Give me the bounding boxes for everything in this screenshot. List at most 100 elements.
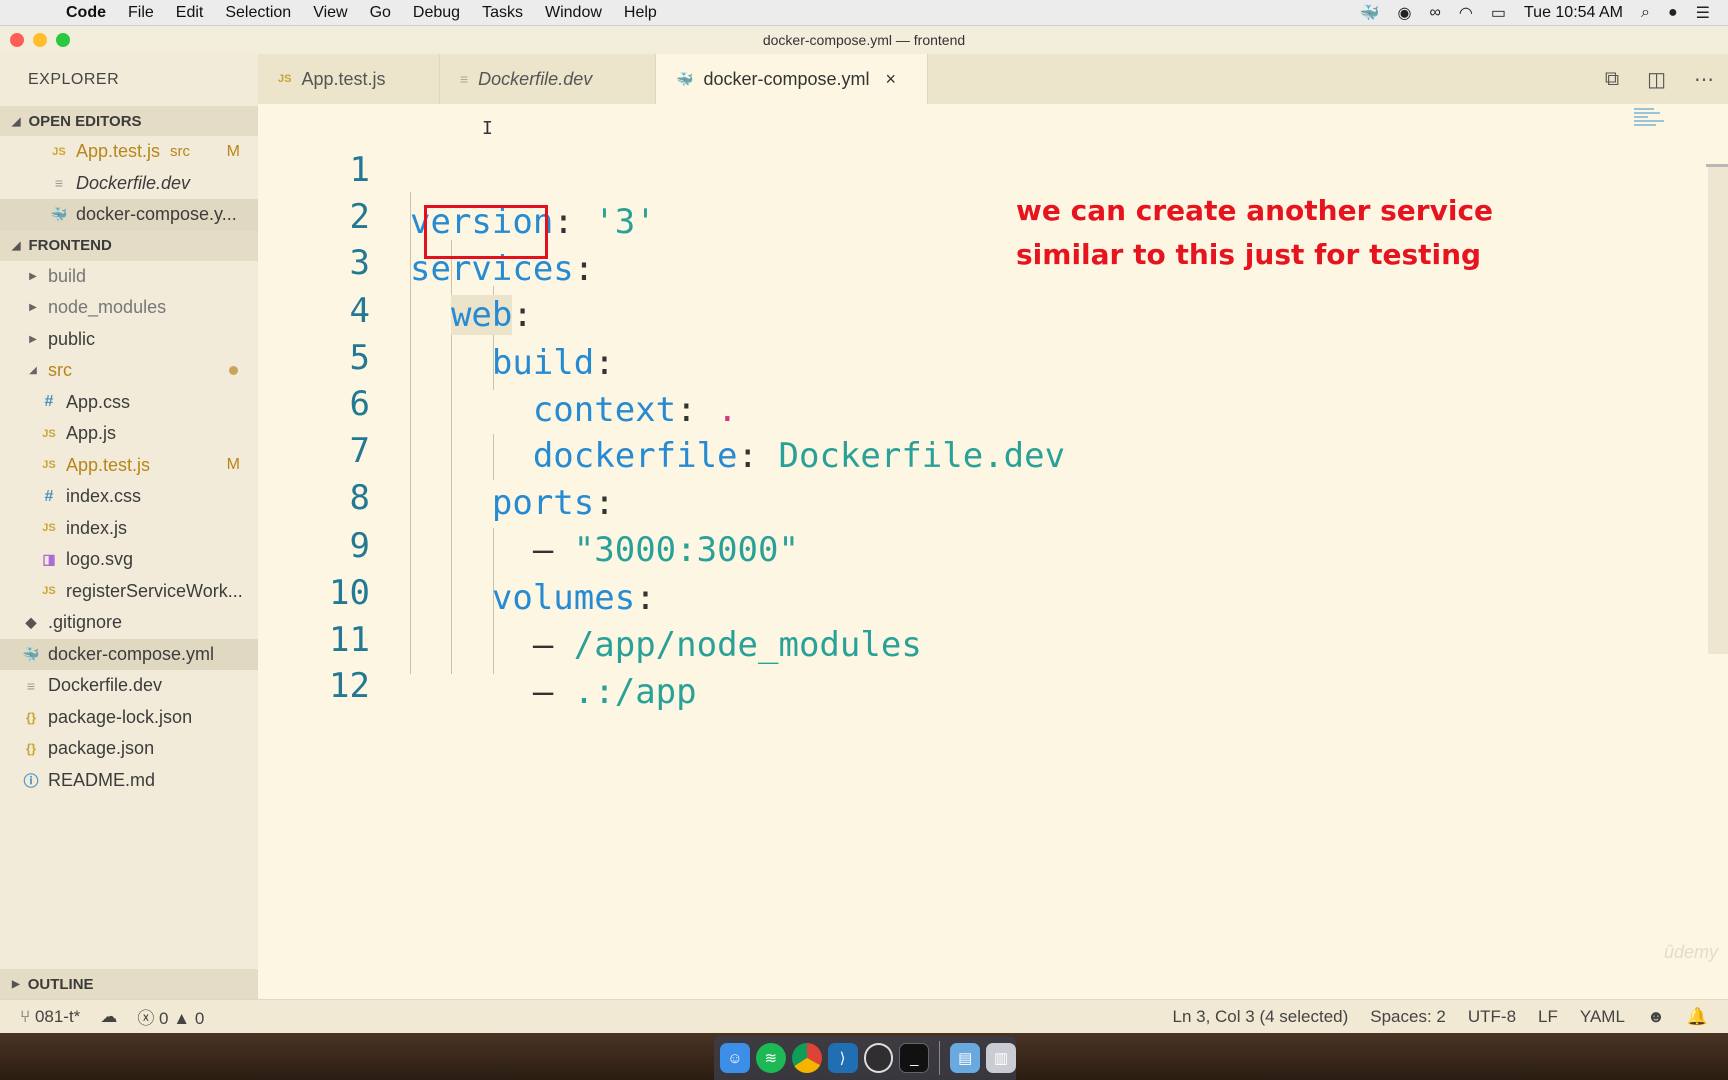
outline-label: OUTLINE xyxy=(27,975,94,993)
terminal-icon[interactable]: _ xyxy=(899,1043,930,1073)
glasses-icon[interactable]: ∞ xyxy=(1429,4,1440,22)
minimap[interactable] xyxy=(1634,108,1678,134)
tree-item-label: src xyxy=(48,360,72,381)
chevron-right-icon: ▶ xyxy=(29,333,37,345)
vscode-icon[interactable]: ⟩ xyxy=(827,1043,858,1073)
sync-icon[interactable]: ☁ xyxy=(100,1007,117,1027)
tree-folder-build[interactable]: ▶ build xyxy=(0,261,258,293)
menu-file[interactable]: File xyxy=(128,4,154,22)
menu-tasks[interactable]: Tasks xyxy=(482,4,523,22)
chevron-right-icon: ▶ xyxy=(29,302,37,314)
siri-icon[interactable]: ● xyxy=(1668,4,1678,22)
tree-file-dockerfile-dev[interactable]: ≡ Dockerfile.dev xyxy=(0,670,258,702)
code-line: 2 services: xyxy=(258,139,1558,289)
tab-docker-compose-yml[interactable]: 🐳 docker-compose.yml × xyxy=(656,54,928,104)
tree-file-app-css[interactable]: # App.css xyxy=(0,387,258,419)
modified-badge: M xyxy=(226,456,240,474)
tree-item-label: index.js xyxy=(66,517,128,538)
menu-go[interactable]: Go xyxy=(370,4,391,22)
notifications-bell-icon[interactable]: 🔔 xyxy=(1687,1007,1708,1027)
tree-file-package-lock[interactable]: {} package-lock.json xyxy=(0,702,258,734)
tree-item-label: logo.svg xyxy=(66,549,134,570)
error-count: 0 xyxy=(159,1009,169,1028)
menu-window[interactable]: Window xyxy=(545,4,602,22)
menu-debug[interactable]: Debug xyxy=(413,4,460,22)
zoom-window-button[interactable] xyxy=(56,33,70,47)
notification-center-icon[interactable]: ☰ xyxy=(1696,3,1710,23)
open-editor-app-test[interactable]: JS App.test.js src M xyxy=(0,136,258,168)
split-editor-icon[interactable]: ◫ xyxy=(1647,67,1666,92)
window-titlebar: docker-compose.yml — frontend xyxy=(0,26,1728,54)
eol-status[interactable]: LF xyxy=(1538,1007,1558,1027)
open-editor-docker-compose[interactable]: 🐳 docker-compose.y... xyxy=(0,199,258,231)
tree-file-readme[interactable]: ⓘ README.md xyxy=(0,765,258,797)
close-tab-icon[interactable]: × xyxy=(886,69,897,90)
code-line: 12 xyxy=(258,608,1558,706)
tree-item-label: Dockerfile.dev xyxy=(48,675,163,696)
finder-icon[interactable]: ☺ xyxy=(720,1043,750,1073)
tree-item-label: App.js xyxy=(66,423,117,444)
menubar-clock[interactable]: Tue 10:54 AM xyxy=(1524,4,1623,22)
problems-status[interactable]: ⓧ 0 ▲ 0 xyxy=(137,1004,204,1029)
tab-app-test-js[interactable]: JS App.test.js xyxy=(258,54,440,104)
annotation-line: we can create another service xyxy=(1016,194,1494,227)
wifi-icon[interactable]: ◠ xyxy=(1459,3,1473,23)
tree-file-index-css[interactable]: # index.css xyxy=(0,481,258,513)
tree-file-app-test-js[interactable]: JS App.test.js M xyxy=(0,450,258,482)
open-editor-dockerfile-dev[interactable]: ≡ Dockerfile.dev xyxy=(0,168,258,200)
tab-label: App.test.js xyxy=(301,68,386,89)
tab-dockerfile-dev[interactable]: ≡ Dockerfile.dev xyxy=(440,54,656,104)
battery-icon[interactable]: ▭ xyxy=(1491,3,1506,23)
chevron-down-icon: ◢ xyxy=(12,115,21,128)
close-window-button[interactable] xyxy=(10,33,24,47)
spotlight-search-icon[interactable]: ⌕ xyxy=(1641,4,1650,22)
language-mode[interactable]: YAML xyxy=(1580,1007,1625,1027)
tree-file-register-sw[interactable]: JS registerServiceWork... xyxy=(0,576,258,608)
scrollbar-thumb[interactable] xyxy=(1708,164,1728,654)
docker-status-icon[interactable]: 🐳 xyxy=(1360,3,1380,23)
tree-folder-src[interactable]: ◢ src xyxy=(0,355,258,387)
js-file-icon: JS xyxy=(42,427,56,440)
more-actions-icon[interactable]: ⋯ xyxy=(1694,67,1714,92)
minimize-window-button[interactable] xyxy=(33,33,47,47)
menu-code[interactable]: Code xyxy=(66,4,106,22)
js-file-icon: JS xyxy=(42,459,56,472)
tree-folder-public[interactable]: ▶ public xyxy=(0,324,258,356)
frontend-section[interactable]: ◢ FRONTEND xyxy=(0,230,258,261)
code-line: 7 ports: xyxy=(258,373,1558,523)
open-editors-section[interactable]: ◢ OPEN EDITORS xyxy=(0,106,258,136)
tree-file-gitignore[interactable]: ◆ .gitignore xyxy=(0,607,258,639)
menu-edit[interactable]: Edit xyxy=(176,4,204,22)
outline-section[interactable]: ▶ OUTLINE xyxy=(0,969,258,999)
git-branch-icon: ⑂ xyxy=(20,1006,31,1026)
cursor-position[interactable]: Ln 3, Col 3 (4 selected) xyxy=(1173,1007,1349,1027)
menu-view[interactable]: View xyxy=(313,4,347,22)
tree-file-app-js[interactable]: JS App.js xyxy=(0,418,258,450)
tree-file-package-json[interactable]: {} package.json xyxy=(0,733,258,765)
code-editor[interactable]: 1 version: '3' 2 services: 3 web: 4 buil… xyxy=(258,104,1728,999)
chrome-icon[interactable] xyxy=(791,1043,822,1073)
tree-folder-node-modules[interactable]: ▶ node_modules xyxy=(0,292,258,324)
menu-selection[interactable]: Selection xyxy=(225,4,291,22)
feedback-smiley-icon[interactable]: ☻ xyxy=(1647,1007,1665,1027)
tree-file-index-js[interactable]: JS index.js xyxy=(0,513,258,545)
obs-status-icon[interactable]: ◉ xyxy=(1398,3,1412,23)
open-changes-icon[interactable]: ⧉ xyxy=(1605,68,1619,91)
encoding-status[interactable]: UTF-8 xyxy=(1468,1007,1516,1027)
tree-item-label: README.md xyxy=(48,769,156,790)
git-file-icon: ◆ xyxy=(25,614,37,631)
obs-icon[interactable] xyxy=(863,1043,894,1073)
tree-file-docker-compose[interactable]: 🐳 docker-compose.yml xyxy=(0,638,258,670)
window-controls xyxy=(10,33,70,47)
editor-scrollbar[interactable] xyxy=(1706,104,1728,999)
tree-file-logo-svg[interactable]: ◨ logo.svg xyxy=(0,544,258,576)
downloads-folder-icon[interactable]: ▤ xyxy=(950,1043,981,1073)
docker-file-icon: 🐳 xyxy=(50,206,68,223)
chevron-right-icon: ▶ xyxy=(12,978,20,990)
indentation-status[interactable]: Spaces: 2 xyxy=(1370,1007,1446,1027)
text-cursor-icon: I xyxy=(482,118,493,139)
spotify-icon[interactable]: ≋ xyxy=(755,1043,786,1073)
menu-help[interactable]: Help xyxy=(624,4,657,22)
git-branch-status[interactable]: ⑂ 081-t* xyxy=(20,1007,80,1027)
trash-icon[interactable]: ▥ xyxy=(986,1043,1017,1073)
